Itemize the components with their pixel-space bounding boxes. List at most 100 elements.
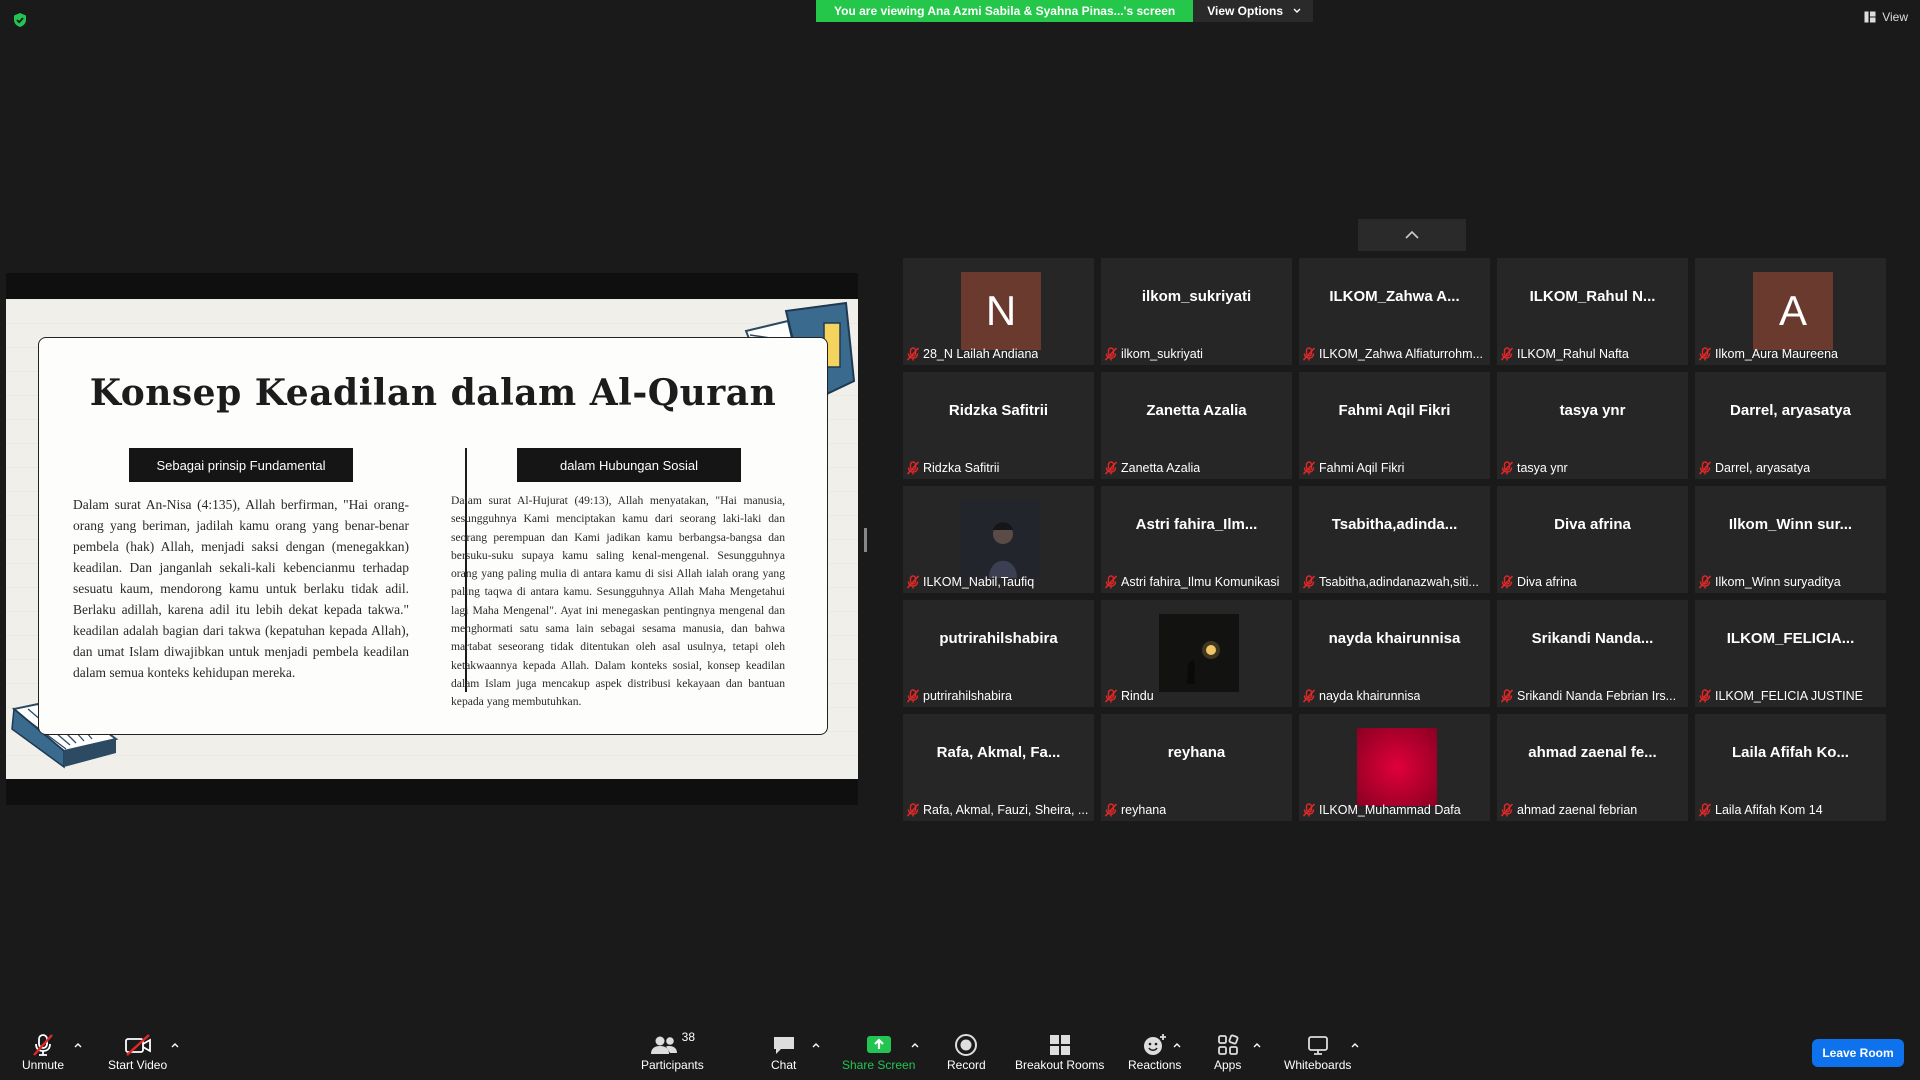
apps-icon	[1217, 1034, 1239, 1055]
participant-tile[interactable]: ILKOM_Nabil,Taufiq	[903, 486, 1094, 593]
participant-name-label: ILKOM_Muhammad Dafa	[1302, 801, 1461, 819]
participant-name: nayda khairunnisa	[1319, 689, 1421, 703]
reactions-button[interactable]: Reactions	[1128, 1032, 1181, 1072]
participant-name-label: ahmad zaenal febrian	[1500, 801, 1637, 819]
participant-display-name: Tsabitha,adinda...	[1331, 516, 1458, 533]
participant-tile[interactable]: Astri fahira_Ilm... Astri fahira_Ilmu Kom…	[1101, 486, 1292, 593]
participant-name-label: Darrel, aryasatya	[1698, 459, 1810, 477]
muted-microphone-icon	[1500, 461, 1514, 475]
shared-screen[interactable]: Konsep Keadilan dalam Al-Quran Sebagai p…	[6, 273, 858, 805]
view-button[interactable]: View	[1864, 10, 1908, 24]
muted-microphone-icon	[1698, 461, 1712, 475]
participant-tile[interactable]: Srikandi Nanda... Srikandi Nanda Febrian …	[1497, 600, 1688, 707]
chat-options-caret-icon[interactable]	[811, 1040, 821, 1050]
share-screen-button[interactable]: Share Screen	[842, 1032, 915, 1072]
participant-name: Ilkom_Winn suryaditya	[1715, 575, 1841, 589]
participant-name-label: ILKOM_FELICIA JUSTINE	[1698, 687, 1863, 705]
participant-name-label: ILKOM_Rahul Nafta	[1500, 345, 1629, 363]
apps-options-caret-icon[interactable]	[1252, 1040, 1262, 1050]
participant-name-label: tasya ynr	[1500, 459, 1568, 477]
chevron-down-icon	[1293, 8, 1301, 13]
muted-microphone-icon	[1500, 803, 1514, 817]
participant-display-name: reyhana	[1167, 744, 1226, 761]
muted-microphone-icon	[1302, 575, 1316, 589]
muted-microphone-icon	[1302, 461, 1316, 475]
participant-tile[interactable]: ILKOM_Zahwa A... ILKOM_Zahwa Alfiaturrohm…	[1299, 258, 1490, 365]
start-video-button[interactable]: Start Video	[108, 1032, 167, 1072]
participant-tile[interactable]: ILKOM_Muhammad Dafa	[1299, 714, 1490, 821]
audio-options-caret-icon[interactable]	[73, 1040, 83, 1050]
participant-video-thumbnail	[961, 500, 1041, 578]
chevron-up-icon	[1405, 231, 1419, 239]
participant-tile[interactable]: tasya ynr tasya ynr	[1497, 372, 1688, 479]
participant-display-name: putrirahilshabira	[939, 630, 1058, 647]
participant-tile[interactable]: Diva afrina Diva afrina	[1497, 486, 1688, 593]
collapse-gallery-button[interactable]	[1358, 219, 1466, 251]
participant-display-name: nayda khairunnisa	[1328, 630, 1461, 647]
avatar: A	[1753, 272, 1833, 350]
muted-microphone-icon	[1500, 347, 1514, 361]
slide-card: Konsep Keadilan dalam Al-Quran Sebagai p…	[38, 337, 828, 735]
breakout-rooms-label: Breakout Rooms	[1015, 1058, 1105, 1072]
participant-name: ahmad zaenal febrian	[1517, 803, 1638, 817]
participant-name-label: Srikandi Nanda Febrian Irs...	[1500, 687, 1676, 705]
participant-tile[interactable]: ILKOM_Rahul N... ILKOM_Rahul Nafta	[1497, 258, 1688, 365]
participant-name: ILKOM_Nabil,Taufiq	[923, 575, 1035, 589]
participants-button[interactable]: 38 Participants	[641, 1030, 704, 1072]
share-screen-label: Share Screen	[842, 1058, 916, 1072]
participant-tile[interactable]: Laila Afifah Ko... Laila Afifah Kom 14	[1695, 714, 1886, 821]
breakout-rooms-button[interactable]: Breakout Rooms	[1015, 1032, 1104, 1072]
view-options-button[interactable]: View Options	[1193, 0, 1313, 22]
participant-tile[interactable]: Zanetta Azalia Zanetta Azalia	[1101, 372, 1292, 479]
participant-tile[interactable]: Ilkom_Winn sur... Ilkom_Winn suryaditya	[1695, 486, 1886, 593]
participant-tile[interactable]: reyhana reyhana	[1101, 714, 1292, 821]
video-camera-off-icon	[124, 1034, 151, 1056]
muted-microphone-icon	[1104, 461, 1118, 475]
record-button[interactable]: Record	[947, 1032, 986, 1072]
share-options-caret-icon[interactable]	[910, 1040, 920, 1050]
participant-name-label: Diva afrina	[1500, 573, 1577, 591]
participant-tile[interactable]: N 28_N Lailah Andiana	[903, 258, 1094, 365]
participant-tile[interactable]: Rindu	[1101, 600, 1292, 707]
whiteboards-button[interactable]: Whiteboards	[1284, 1032, 1351, 1072]
unmute-button[interactable]: Unmute	[22, 1032, 64, 1072]
whiteboard-icon	[1307, 1036, 1328, 1055]
participant-display-name: Srikandi Nanda...	[1531, 630, 1654, 647]
participant-tile[interactable]: ilkom_sukriyati ilkom_sukriyati	[1101, 258, 1292, 365]
participant-name-label: Tsabitha,adindanazwah,siti...	[1302, 573, 1479, 591]
chat-button[interactable]: Chat	[771, 1032, 796, 1072]
participant-name: 28_N Lailah Andiana	[923, 347, 1039, 361]
participant-tile[interactable]: Ridzka Safitrii Ridzka Safitrii	[903, 372, 1094, 479]
participant-tile[interactable]: ILKOM_FELICIA... ILKOM_FELICIA JUSTINE	[1695, 600, 1886, 707]
participant-name-label: Fahmi Aqil Fikri	[1302, 459, 1404, 477]
participant-tile[interactable]: A Ilkom_Aura Maureena	[1695, 258, 1886, 365]
whiteboards-options-caret-icon[interactable]	[1350, 1040, 1360, 1050]
participant-name: Srikandi Nanda Febrian Irs...	[1517, 689, 1677, 703]
participant-name: Fahmi Aqil Fikri	[1319, 461, 1405, 475]
participant-video-thumbnail	[1159, 614, 1239, 692]
muted-microphone-icon	[1104, 803, 1118, 817]
participant-tile[interactable]: ahmad zaenal fe... ahmad zaenal febrian	[1497, 714, 1688, 821]
participant-tile[interactable]: Darrel, aryasatya Darrel, aryasatya	[1695, 372, 1886, 479]
muted-microphone-icon	[1302, 803, 1316, 817]
split-resize-handle[interactable]	[864, 528, 867, 552]
security-shield-icon[interactable]	[12, 12, 28, 28]
leave-room-button[interactable]: Leave Room	[1812, 1039, 1904, 1067]
participant-display-name: Ridzka Safitrii	[948, 402, 1049, 419]
participant-tile[interactable]: Rafa, Akmal, Fa... Rafa, Akmal, Fauzi, Sh…	[903, 714, 1094, 821]
apps-label: Apps	[1214, 1058, 1242, 1072]
participant-name-label: ilkom_sukriyati	[1104, 345, 1203, 363]
participant-name: Tsabitha,adindanazwah,siti...	[1319, 575, 1479, 589]
video-options-caret-icon[interactable]	[170, 1040, 180, 1050]
reactions-options-caret-icon[interactable]	[1172, 1040, 1182, 1050]
participant-name: ILKOM_Rahul Nafta	[1517, 347, 1629, 361]
participant-display-name: Diva afrina	[1554, 516, 1631, 533]
participant-tile[interactable]: Tsabitha,adinda... Tsabitha,adindanazwah,…	[1299, 486, 1490, 593]
participant-tile[interactable]: Fahmi Aqil Fikri Fahmi Aqil Fikri	[1299, 372, 1490, 479]
muted-microphone-icon	[1698, 575, 1712, 589]
participant-name: putrirahilshabira	[923, 689, 1012, 703]
participant-tile[interactable]: nayda khairunnisa nayda khairunnisa	[1299, 600, 1490, 707]
participant-tile[interactable]: putrirahilshabira putrirahilshabira	[903, 600, 1094, 707]
apps-button[interactable]: Apps	[1214, 1032, 1241, 1072]
record-label: Record	[947, 1058, 986, 1072]
